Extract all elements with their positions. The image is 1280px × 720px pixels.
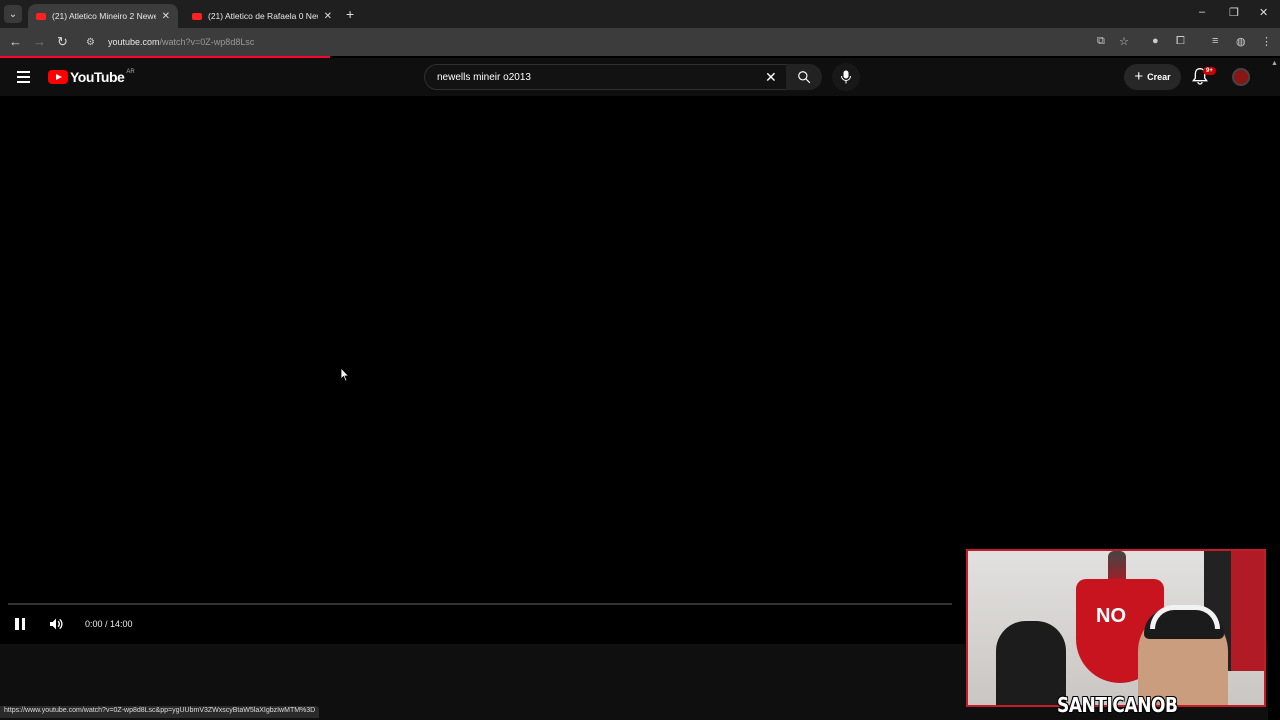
back-icon[interactable]: ← (9, 34, 22, 50)
browser-menu-icon[interactable]: ⋮ (1261, 35, 1272, 48)
video-timeline[interactable] (8, 603, 952, 605)
search-input[interactable] (435, 65, 755, 89)
tab-title: (21) Atletico Mineiro 2 Newell's (52, 11, 156, 21)
media-controls-icon[interactable]: ≡ (1212, 35, 1218, 47)
url-text: youtube.com/watch?v=0Z-wp8d8Lsc (108, 37, 255, 47)
menu-icon[interactable] (17, 71, 30, 86)
extension-icon[interactable]: ● (1152, 35, 1159, 47)
chair (996, 621, 1066, 705)
shield-text: NO (1096, 605, 1126, 627)
reload-icon[interactable]: ↻ (57, 34, 68, 50)
youtube-play-logo-icon (48, 70, 68, 84)
avatar[interactable] (1232, 68, 1250, 86)
youtube-favicon-icon (192, 12, 202, 20)
volume-button[interactable] (48, 616, 64, 637)
search-box: ✕ (424, 64, 788, 90)
streamer-name: SANTICANOB (1057, 693, 1178, 717)
create-button[interactable]: + Crear (1124, 64, 1181, 90)
search-button[interactable] (786, 64, 822, 90)
clear-search-icon[interactable]: ✕ (765, 69, 777, 85)
browser-toolbar: ← → ↻ ⚙ youtube.com/watch?v=0Z-wp8d8Lsc … (0, 28, 1280, 56)
create-label: Crear (1147, 72, 1171, 82)
address-bar[interactable]: ⚙ youtube.com/watch?v=0Z-wp8d8Lsc (80, 31, 1140, 53)
profile-icon[interactable]: ◍ (1236, 35, 1246, 48)
figurine (1108, 551, 1126, 581)
logo-text: YouTube (70, 69, 125, 85)
volume-icon (50, 618, 63, 630)
browser-tab[interactable]: (21) Atletico de Rafaela 0 Newel ✕ (184, 4, 340, 28)
plus-icon: + (1134, 68, 1144, 85)
youtube-favicon-icon (36, 12, 46, 20)
status-bar-url: https://www.youtube.com/watch?v=0Z-wp8d8… (0, 706, 320, 718)
restore-icon[interactable]: ❐ (1229, 6, 1239, 19)
browser-tab-strip: ⌄ (21) Atletico Mineiro 2 Newell's ✕ (21… (0, 0, 1280, 28)
headset (1150, 605, 1220, 629)
scroll-up-icon[interactable]: ▲ (1271, 60, 1278, 67)
tab-title: (21) Atletico de Rafaela 0 Newel (208, 11, 318, 21)
minimize-icon[interactable]: – (1199, 6, 1205, 18)
tab-search-button[interactable]: ⌄ (4, 5, 22, 23)
browser-tab-active[interactable]: (21) Atletico Mineiro 2 Newell's ✕ (28, 4, 178, 28)
tab-close-icon[interactable]: ✕ (162, 11, 170, 22)
install-app-icon[interactable]: ⧉ (1097, 35, 1105, 48)
tab-close-icon[interactable]: ✕ (324, 11, 332, 22)
search-icon (798, 71, 811, 84)
time-display: 0:00 / 14:00 (85, 619, 133, 629)
youtube-logo[interactable]: YouTube AR (48, 69, 135, 85)
site-info-icon[interactable]: ⚙ (86, 37, 100, 48)
forward-icon[interactable]: → (33, 34, 46, 50)
youtube-header: YouTube AR ✕ + Crear 9+ (0, 58, 1280, 96)
new-tab-icon[interactable]: + (346, 6, 354, 22)
voice-search-button[interactable] (832, 63, 860, 91)
extensions-puzzle-icon[interactable]: ⧠ (1176, 35, 1185, 48)
bookmark-star-icon[interactable]: ☆ (1119, 35, 1129, 48)
pause-button[interactable] (15, 618, 27, 630)
webcam-overlay: NO (966, 549, 1266, 707)
country-code: AR (126, 69, 135, 75)
mouse-cursor-icon (340, 367, 350, 382)
microphone-icon (841, 70, 851, 84)
window-close-icon[interactable]: ✕ (1259, 6, 1268, 19)
notification-badge: 9+ (1203, 67, 1216, 75)
